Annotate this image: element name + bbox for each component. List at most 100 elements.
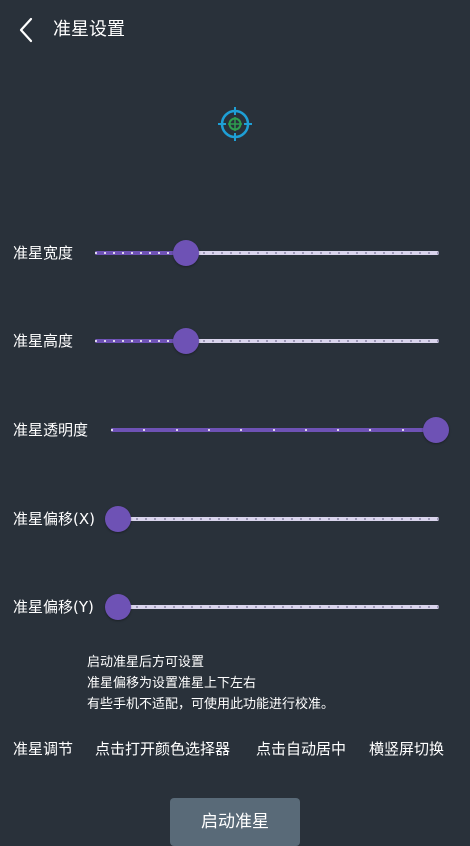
slider-row-offset-y: 准星偏移(Y) — [0, 587, 470, 627]
slider-row-height: 准星高度 — [0, 321, 470, 361]
slider-tick — [227, 518, 230, 520]
slider-tick — [131, 252, 133, 254]
slider-tick — [392, 252, 394, 254]
orientation-toggle-button[interactable]: 横竖屏切换 — [369, 738, 444, 760]
slider-tick — [437, 252, 439, 254]
back-button[interactable] — [14, 16, 40, 44]
slider-row-opacity: 准星透明度 — [0, 410, 470, 450]
slider-tick — [257, 252, 259, 254]
opacity-slider[interactable] — [111, 410, 449, 450]
slider-tick — [113, 252, 115, 254]
slider-tick — [309, 518, 312, 520]
offset-y-slider[interactable] — [105, 587, 439, 627]
slider-tick — [239, 252, 241, 254]
slider-tick — [236, 518, 239, 520]
slider-tick — [336, 606, 339, 608]
slider-ticks — [95, 340, 439, 342]
slider-tick — [327, 606, 330, 608]
slider-tick — [365, 340, 367, 342]
slider-tick — [392, 340, 394, 342]
slider-tick — [291, 518, 294, 520]
start-crosshair-button[interactable]: 启动准星 — [170, 798, 300, 846]
slider-label-offset-y: 准星偏移(Y) — [13, 598, 94, 616]
slider-tick — [329, 340, 331, 342]
crosshair-adjust-button[interactable]: 准星调节 — [13, 738, 73, 760]
auto-center-button[interactable]: 点击自动居中 — [256, 738, 346, 760]
slider-tick — [383, 252, 385, 254]
slider-tick — [263, 606, 266, 608]
slider-tick — [409, 518, 412, 520]
slider-tick — [145, 606, 148, 608]
note-line: 准星偏移为设置准星上下左右 — [87, 676, 257, 691]
slider-tick — [275, 340, 277, 342]
slider-tick — [122, 340, 124, 342]
slider-tick — [272, 518, 275, 520]
slider-thumb[interactable] — [173, 240, 200, 266]
slider-tick — [284, 252, 286, 254]
slider-tick — [382, 518, 385, 520]
slider-tick — [212, 252, 214, 254]
slider-row-width: 准星宽度 — [0, 233, 470, 273]
slider-tick — [248, 252, 250, 254]
slider-label-opacity: 准星透明度 — [13, 421, 89, 439]
slider-tick — [300, 518, 303, 520]
slider-tick — [374, 340, 376, 342]
slider-tick — [158, 252, 160, 254]
slider-tick — [401, 340, 403, 342]
slider-tick — [218, 518, 221, 520]
height-slider[interactable] — [95, 321, 439, 361]
slider-thumb[interactable] — [105, 594, 131, 620]
slider-tick — [356, 340, 358, 342]
slider-tick — [272, 429, 275, 431]
slider-tick — [221, 340, 223, 342]
slider-tick — [245, 518, 248, 520]
slider-tick — [272, 606, 275, 608]
slider-tick — [140, 340, 142, 342]
slider-tick — [293, 340, 295, 342]
slider-tick — [400, 518, 403, 520]
slider-tick — [245, 606, 248, 608]
slider-tick — [181, 518, 184, 520]
slider-tick — [158, 340, 160, 342]
slider-tick — [311, 252, 313, 254]
slider-tick — [302, 340, 304, 342]
slider-thumb[interactable] — [423, 417, 449, 443]
slider-thumb[interactable] — [173, 328, 200, 354]
slider-tick — [149, 340, 151, 342]
offset-x-slider[interactable] — [105, 499, 439, 539]
slider-tick — [419, 340, 421, 342]
slider-tick — [207, 429, 210, 431]
slider-tick — [291, 606, 294, 608]
slider-tick — [104, 340, 106, 342]
color-picker-button[interactable]: 点击打开颜色选择器 — [95, 738, 230, 760]
slider-tick — [329, 252, 331, 254]
slider-tick — [136, 606, 139, 608]
slider-tick — [428, 340, 430, 342]
slider-label-width: 准星宽度 — [13, 244, 74, 262]
slider-tick — [409, 606, 412, 608]
width-slider[interactable] — [95, 233, 439, 273]
slider-tick — [200, 606, 203, 608]
slider-ticks — [118, 606, 439, 608]
slider-tick — [284, 340, 286, 342]
slider-tick — [111, 429, 113, 431]
page-title: 准星设置 — [53, 19, 125, 40]
slider-tick — [140, 252, 142, 254]
slider-tick — [382, 606, 385, 608]
slider-tick — [338, 252, 340, 254]
slider-tick — [427, 606, 430, 608]
slider-tick — [369, 429, 372, 431]
slider-tick — [254, 518, 257, 520]
slider-tick — [275, 252, 277, 254]
slider-tick — [391, 606, 394, 608]
slider-thumb[interactable] — [105, 506, 131, 532]
slider-tick — [356, 252, 358, 254]
slider-tick — [293, 252, 295, 254]
slider-tick — [104, 252, 106, 254]
slider-tick — [190, 606, 193, 608]
slider-tick — [300, 606, 303, 608]
slider-tick — [410, 252, 412, 254]
instructions-note: 启动准星后方可设置 准星偏移为设置准星上下左右 有些手机不适配，可使用此功能进行… — [87, 652, 334, 715]
slider-tick — [311, 340, 313, 342]
slider-tick — [190, 518, 193, 520]
